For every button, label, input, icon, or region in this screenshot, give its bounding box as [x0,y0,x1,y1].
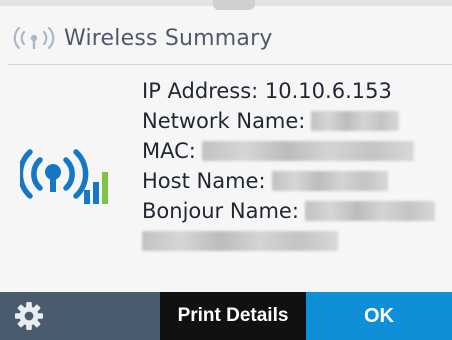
bonjour-name-row: Bonjour Name: [142,196,435,226]
bonjour-name-continued-row [142,226,435,256]
host-name-redacted [271,171,388,191]
host-name-row: Host Name: [142,166,435,196]
print-details-button[interactable]: Print Details [160,292,306,340]
printer-screen: Wireless Summary IP Address: 10.10.6.153… [0,0,452,340]
wireless-connected-icon [20,149,108,204]
network-name-row: Network Name: [142,106,435,136]
bonjour-name-label: Bonjour Name: [142,199,299,223]
mac-label: MAC: [142,139,196,163]
gear-icon [15,302,43,330]
ip-address-row: IP Address: 10.10.6.153 [142,76,435,106]
mac-redacted [201,141,414,161]
mac-row: MAC: [142,136,435,166]
ok-button[interactable]: OK [306,292,452,340]
network-name-redacted [311,111,400,131]
page-title: Wireless Summary [64,25,273,51]
bonjour-name-continued-redacted [142,231,338,251]
summary-content: IP Address: 10.10.6.153 Network Name: MA… [0,66,452,292]
network-details: IP Address: 10.10.6.153 Network Name: MA… [142,76,435,256]
wireless-signal-icon [13,26,55,50]
host-name-label: Host Name: [142,169,266,193]
ip-address-text: IP Address: 10.10.6.153 [142,79,392,103]
bottom-bar: Print Details OK [0,292,452,340]
pull-down-tab[interactable] [213,0,255,10]
title-bar: Wireless Summary [8,12,452,65]
settings-button[interactable] [0,292,160,340]
bonjour-name-redacted [304,201,435,221]
network-name-label: Network Name: [142,109,306,133]
